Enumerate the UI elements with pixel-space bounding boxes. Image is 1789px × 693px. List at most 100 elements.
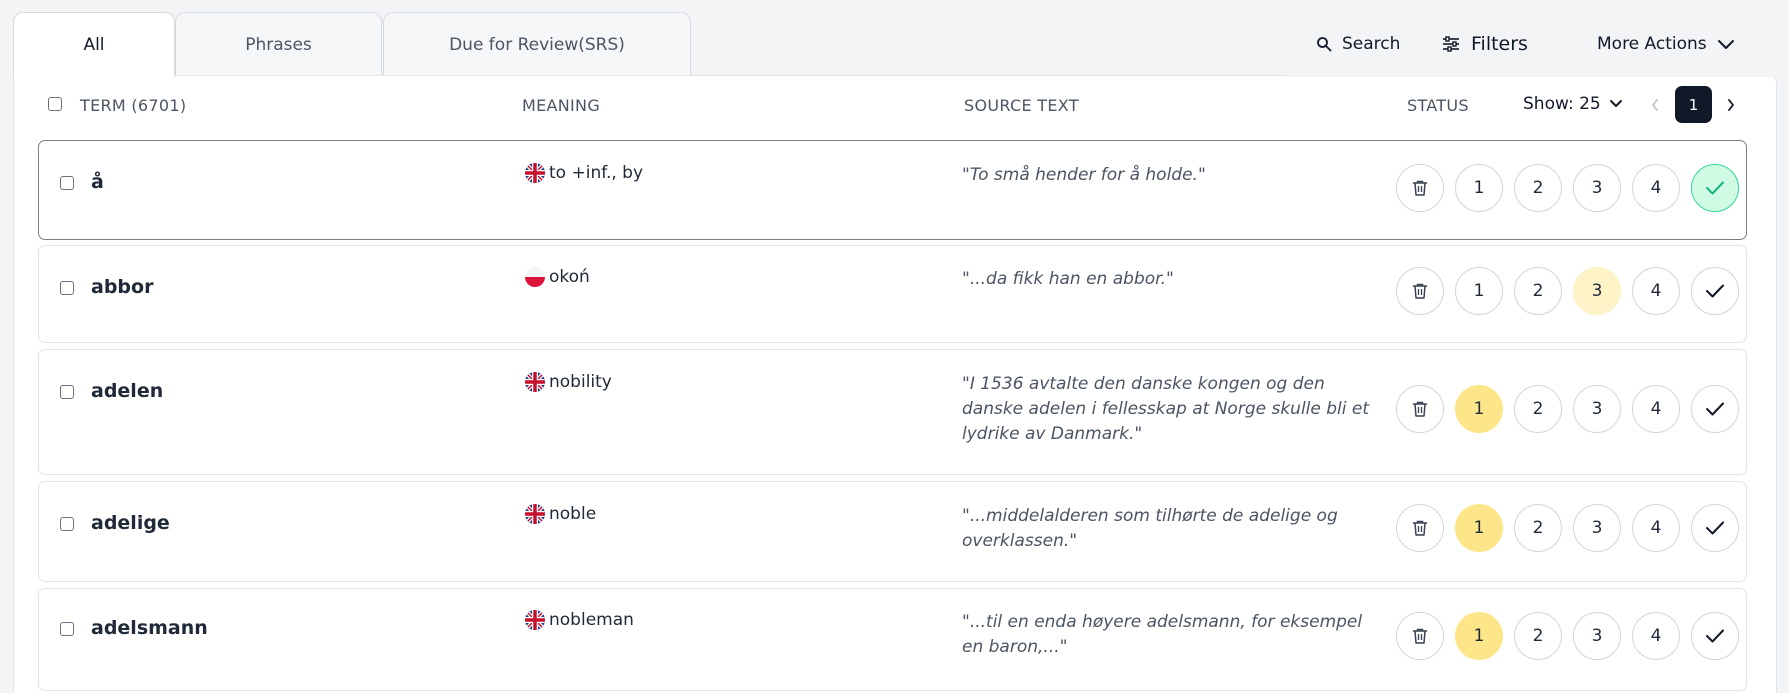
term-text[interactable]: adelen — [91, 380, 163, 402]
term-row[interactable]: adelsmann nobleman "...til en enda høyere … — [38, 588, 1747, 691]
more-actions-dropdown[interactable]: More Actions — [1597, 28, 1735, 60]
meaning-column-header: MEANING — [522, 96, 601, 115]
meaning-cell: okoń — [525, 267, 590, 287]
meaning-cell: noble — [525, 504, 596, 524]
trash-icon — [1412, 520, 1428, 536]
meaning-text: noble — [549, 504, 597, 524]
page-1-button[interactable]: 1 — [1675, 86, 1712, 123]
status-level-2-button[interactable]: 2 — [1514, 267, 1562, 315]
status-level-1-button[interactable]: 1 — [1455, 504, 1503, 552]
status-buttons: 1234 — [1396, 612, 1739, 660]
status-level-3-button[interactable]: 3 — [1573, 612, 1621, 660]
chevron-left-icon — [1652, 99, 1658, 111]
status-level-2-button[interactable]: 2 — [1514, 504, 1562, 552]
status-level-3-button[interactable]: 3 — [1573, 385, 1621, 433]
term-row[interactable]: adelige noble "...middelalderen som tilhør… — [38, 481, 1747, 582]
row-checkbox[interactable] — [60, 622, 74, 636]
uk-flag-icon — [525, 504, 545, 524]
source-text: ...til en enda høyere adelsmann, for eks… — [962, 612, 1363, 657]
trash-icon — [1412, 180, 1428, 196]
delete-button[interactable] — [1396, 612, 1444, 660]
source-text-cell: "...middelalderen som tilhørte de adelig… — [962, 506, 1338, 551]
select-all-checkbox[interactable] — [48, 97, 62, 111]
check-icon — [1706, 521, 1724, 535]
mark-known-button[interactable] — [1691, 164, 1739, 212]
status-level-2-button[interactable]: 2 — [1514, 385, 1562, 433]
next-page-button[interactable] — [1722, 92, 1740, 118]
source-text-cell: "...til en enda høyere adelsmann, for ek… — [962, 612, 1363, 657]
status-level-2-button[interactable]: 2 — [1514, 612, 1562, 660]
more-actions-label: More Actions — [1597, 34, 1707, 54]
status-buttons: 1234 — [1396, 267, 1739, 315]
row-checkbox[interactable] — [60, 517, 74, 531]
row-checkbox[interactable] — [60, 281, 74, 295]
status-buttons: 1234 — [1396, 164, 1739, 212]
term-row[interactable]: å to +inf., by "To små hender for å holde.… — [38, 140, 1747, 240]
status-level-4-button[interactable]: 4 — [1632, 267, 1680, 315]
meaning-text: to +inf., by — [549, 163, 644, 183]
source-text-cell: "I 1536 avtalte den danske kongen og den… — [962, 374, 1370, 444]
meaning-cell: to +inf., by — [525, 163, 643, 183]
row-checkbox[interactable] — [60, 385, 74, 399]
tab-label: Due for Review(SRS) — [449, 34, 625, 55]
chevron-down-icon — [1609, 100, 1622, 107]
uk-flag-icon — [525, 372, 545, 392]
meaning-text: okoń — [549, 267, 590, 287]
term-text[interactable]: adelige — [91, 512, 170, 534]
delete-button[interactable] — [1396, 267, 1444, 315]
status-level-4-button[interactable]: 4 — [1632, 612, 1680, 660]
status-level-4-button[interactable]: 4 — [1632, 164, 1680, 212]
poland-flag-icon — [525, 267, 545, 287]
chevron-down-icon — [1717, 40, 1734, 49]
search-button[interactable]: Search — [1316, 28, 1400, 60]
status-level-2-button[interactable]: 2 — [1514, 164, 1562, 212]
sliders-icon — [1443, 36, 1459, 52]
trash-icon — [1412, 401, 1428, 417]
page-size-select[interactable]: Show: 25 — [1523, 94, 1623, 114]
row-checkbox[interactable] — [60, 176, 74, 190]
delete-button[interactable] — [1396, 504, 1444, 552]
status-buttons: 1234 — [1396, 504, 1739, 552]
term-row[interactable]: adelen nobility "I 1536 avtalte den danske… — [38, 349, 1747, 475]
tab-label: All — [83, 35, 105, 55]
source-text: ...middelalderen som tilhørte de adelige… — [962, 506, 1338, 551]
check-icon — [1706, 402, 1724, 416]
trash-icon — [1412, 283, 1428, 299]
status-level-1-button[interactable]: 1 — [1455, 164, 1503, 212]
tab-all[interactable]: All — [13, 12, 175, 77]
delete-button[interactable] — [1396, 164, 1444, 212]
status-level-4-button[interactable]: 4 — [1632, 385, 1680, 433]
filters-button[interactable]: Filters — [1441, 28, 1528, 60]
trash-icon — [1412, 628, 1428, 644]
status-buttons: 1234 — [1396, 385, 1739, 433]
status-level-4-button[interactable]: 4 — [1632, 504, 1680, 552]
tab-phrases[interactable]: Phrases — [175, 12, 382, 76]
status-level-3-button[interactable]: 3 — [1573, 267, 1621, 315]
search-icon — [1317, 37, 1332, 52]
uk-flag-icon — [525, 163, 545, 183]
status-level-1-button[interactable]: 1 — [1455, 385, 1503, 433]
status-level-1-button[interactable]: 1 — [1455, 267, 1503, 315]
mark-known-button[interactable] — [1691, 612, 1739, 660]
mark-known-button[interactable] — [1691, 267, 1739, 315]
source-text: To små hender for å holde. — [969, 165, 1198, 185]
delete-button[interactable] — [1396, 385, 1444, 433]
status-level-3-button[interactable]: 3 — [1573, 504, 1621, 552]
chevron-right-icon — [1728, 99, 1734, 111]
status-level-3-button[interactable]: 3 — [1573, 164, 1621, 212]
check-icon — [1706, 181, 1724, 195]
mark-known-button[interactable] — [1691, 504, 1739, 552]
term-text[interactable]: adelsmann — [91, 617, 208, 639]
tab-label: Phrases — [245, 34, 312, 55]
mark-known-button[interactable] — [1691, 385, 1739, 433]
source-text-cell: "...da fikk han en abbor." — [962, 269, 1174, 289]
term-column-header[interactable]: TERM (6701) — [80, 96, 186, 115]
term-text[interactable]: å — [91, 171, 104, 193]
previous-page-button[interactable] — [1646, 92, 1664, 118]
tab-due-for-review[interactable]: Due for Review(SRS) — [383, 12, 691, 76]
meaning-text: nobility — [549, 372, 612, 392]
term-row[interactable]: abbor okoń "...da fikk han en abbor." 1 2 3 4 — [38, 245, 1747, 343]
term-text[interactable]: abbor — [91, 276, 153, 298]
page-size-label: Show: 25 — [1523, 94, 1601, 114]
status-level-1-button[interactable]: 1 — [1455, 612, 1503, 660]
